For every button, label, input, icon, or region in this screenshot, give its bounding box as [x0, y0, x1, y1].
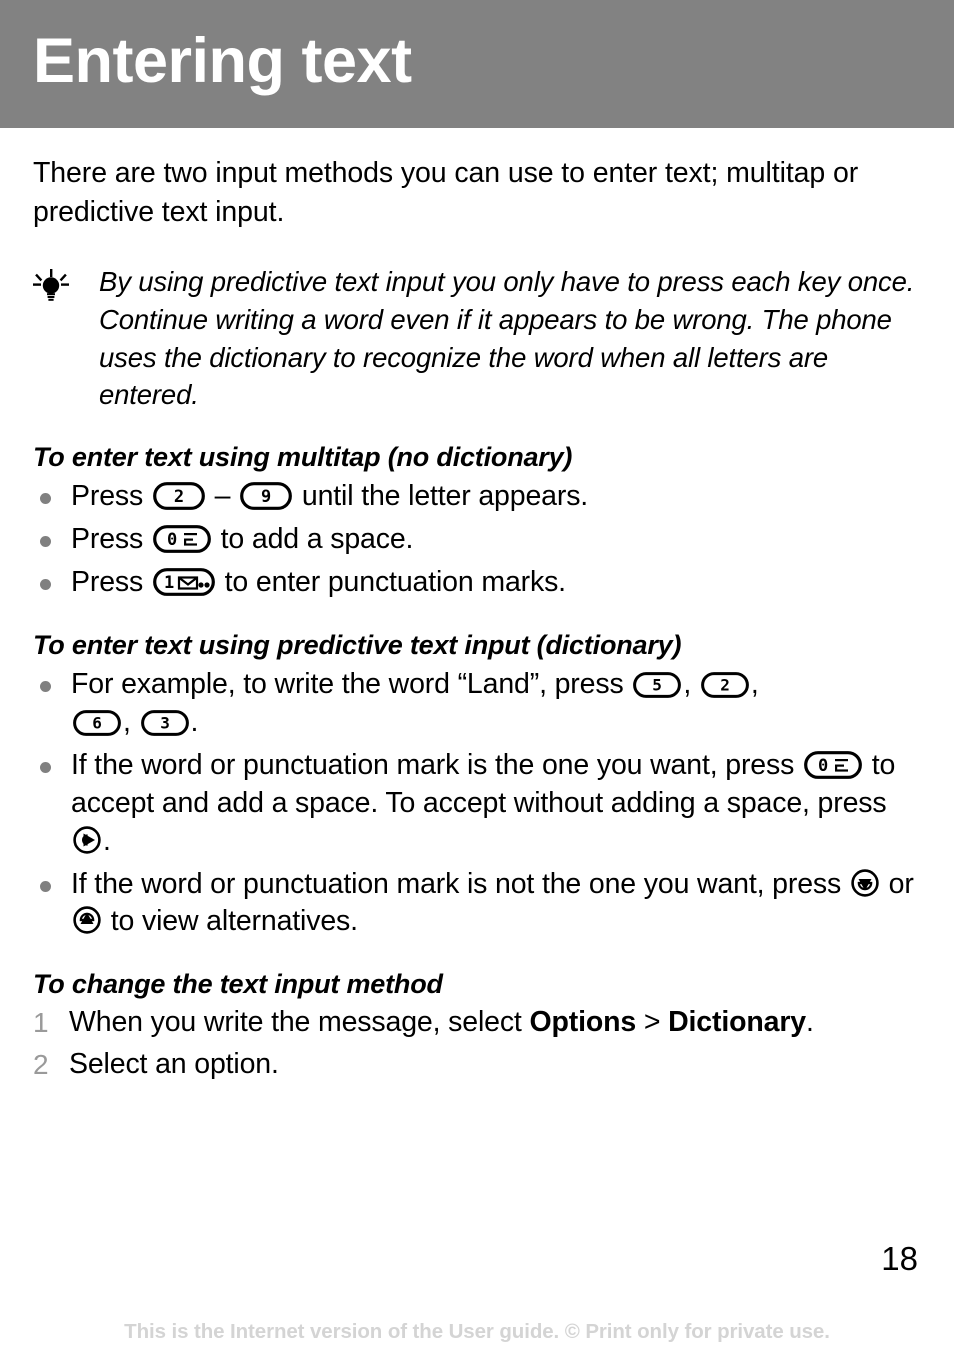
bullet-text-post: to enter punctuation marks. [216, 566, 566, 599]
bullet-text-post: . [190, 705, 199, 738]
tip-text: By using predictive text input you only … [99, 265, 915, 411]
intro-paragraph: There are two input methods you can use … [33, 157, 859, 229]
bullet-text-mid: – [206, 480, 239, 513]
bullet-dot-icon [33, 747, 71, 773]
lightbulb-icon [33, 263, 73, 415]
svg-text:0: 0 [818, 756, 828, 776]
list-item: 1 When you write the message, select Opt… [33, 1004, 921, 1042]
svg-text:2: 2 [720, 676, 729, 695]
page-header-band: Entering text [0, 0, 954, 128]
list-item: Press 0 to add a space. [33, 521, 921, 559]
bullet-text-pre: Press [71, 523, 151, 556]
bullet-text-pre: If the word or punctuation mark is the o… [71, 748, 802, 781]
list-item: 2 Select an option. [33, 1046, 921, 1084]
section-heading-multitap: To enter text using multitap (no diction… [33, 442, 573, 473]
svg-text:0: 0 [167, 530, 177, 550]
tip-block: By using predictive text input you only … [33, 263, 921, 415]
bullet-body: Press 2 – 9 until the letter appears. [71, 478, 921, 516]
list-item: If the word or punctuation mark is the o… [33, 747, 921, 861]
bullet-body: For example, to write the word “Land”, p… [71, 666, 921, 742]
bullet-text-pre: If the word or punctuation mark is not t… [71, 867, 849, 900]
keypad-key-9: 9 [240, 482, 293, 511]
keypad-key-5: 5 [633, 672, 682, 698]
bullet-text-post: . [103, 824, 111, 857]
page-content: There are two input methods you can use … [0, 154, 954, 1084]
svg-text:3: 3 [160, 713, 169, 732]
svg-text:9: 9 [261, 487, 271, 507]
keypad-key-0-space: 0 [804, 750, 862, 779]
svg-text:6: 6 [92, 713, 101, 732]
sep-1: , [683, 668, 699, 701]
keypad-key-6: 6 [73, 710, 121, 736]
bullet-dot-icon [33, 666, 71, 693]
svg-text:5: 5 [653, 676, 662, 695]
space-symbol-icon [834, 758, 848, 772]
keypad-key-0-space: 0 [152, 525, 211, 554]
menu-label-options: Options [529, 1006, 637, 1039]
space-symbol-icon [183, 533, 197, 546]
envelope-voicemail-icon [177, 576, 210, 590]
sep-3: , [123, 705, 139, 738]
bullet-text-post: to view alternatives. [103, 905, 358, 938]
footer-note: This is the Internet version of the User… [124, 1320, 830, 1343]
bullet-text-pre: Press [71, 480, 151, 513]
bullet-dot-icon [33, 866, 71, 892]
multitap-bullet-list: Press 2 – 9 until the letter appears. Pr… [33, 478, 921, 602]
svg-text:2: 2 [174, 487, 184, 507]
keypad-key-3: 3 [140, 710, 189, 736]
bullet-text-post: to add a space. [212, 523, 414, 556]
keypad-key-2: 2 [152, 482, 205, 511]
step-text-mid: > [636, 1006, 669, 1039]
list-item: Press 2 – 9 until the letter appears. [33, 478, 921, 516]
step-number: 1 [33, 1007, 49, 1039]
bullet-dot-icon [33, 564, 71, 591]
section-heading-predictive: To enter text using predictive text inpu… [33, 630, 682, 661]
bullet-dot-icon [33, 521, 71, 548]
page-title: Entering text [33, 25, 412, 96]
step-body: Select an option. [69, 1048, 279, 1081]
change-method-step-list: 1 When you write the message, select Opt… [33, 1004, 921, 1084]
nav-up-icon [850, 868, 880, 898]
bullet-body: Press 0 to add a space. [71, 521, 921, 559]
predictive-bullet-list: For example, to write the word “Land”, p… [33, 666, 921, 941]
list-item: For example, to write the word “Land”, p… [33, 666, 921, 742]
svg-text:1: 1 [164, 573, 174, 593]
nav-down-icon [72, 905, 102, 935]
step-number: 2 [33, 1049, 49, 1081]
keypad-key-2: 2 [700, 672, 749, 698]
list-item: Press 1 to enter punctuation marks. [33, 564, 921, 602]
sep-2: , [750, 668, 759, 701]
bullet-text-mid: or [880, 867, 914, 900]
section-heading-change-method: To change the text input method [33, 969, 443, 1000]
step-text-post: . [805, 1006, 814, 1039]
menu-label-dictionary: Dictionary [668, 1006, 806, 1039]
step-text-pre: When you write the message, select [69, 1006, 530, 1039]
page-number: 18 [881, 1240, 918, 1277]
keypad-key-1-voicemail: 1 [152, 568, 215, 597]
bullet-text-pre: For example, to write the word “Land”, p… [71, 668, 632, 701]
step-body: When you write the message, select Optio… [69, 1004, 921, 1042]
bullet-text-pre: Press [71, 566, 151, 599]
nav-right-icon [72, 825, 102, 855]
bullet-body: If the word or punctuation mark is the o… [71, 747, 921, 861]
bullet-body: If the word or punctuation mark is not t… [71, 866, 921, 942]
bullet-dot-icon [33, 478, 71, 505]
list-item: If the word or punctuation mark is not t… [33, 866, 921, 942]
bullet-body: Press 1 to enter punctuation marks. [71, 564, 921, 602]
bullet-text-post: until the letter appears. [294, 480, 589, 513]
